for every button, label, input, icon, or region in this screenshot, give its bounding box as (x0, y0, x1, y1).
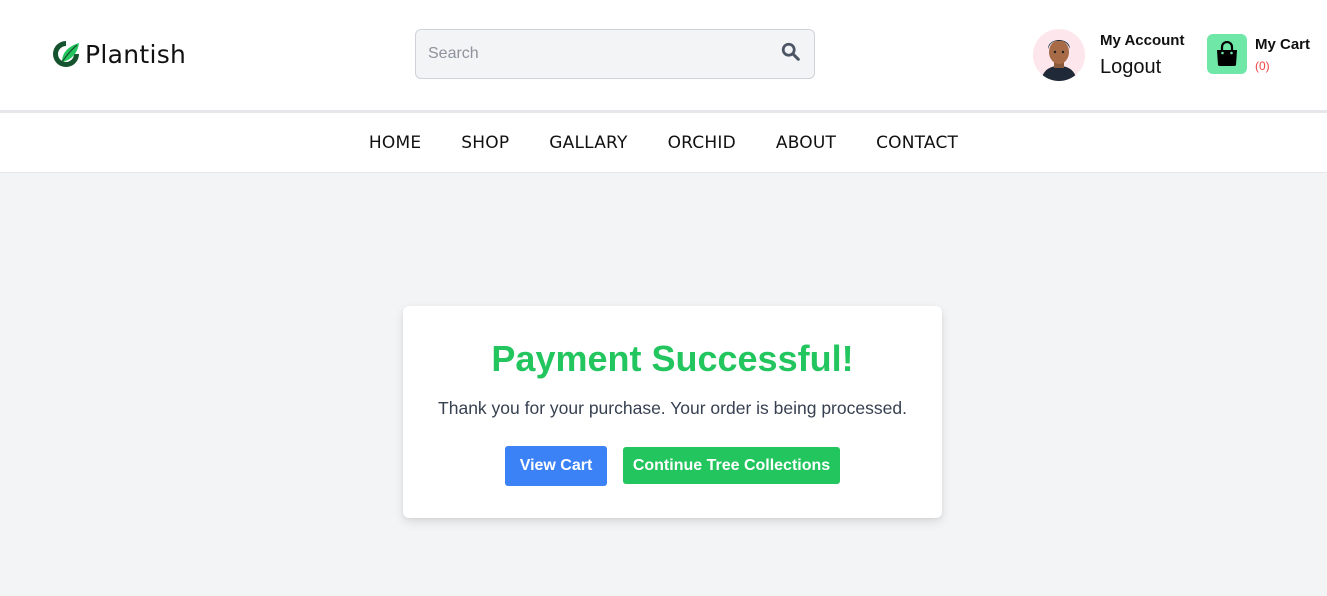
main-nav: HOME SHOP GALLARY ORCHID ABOUT CONTACT (0, 113, 1327, 173)
user-avatar[interactable] (1033, 29, 1085, 81)
avatar-image (1033, 29, 1085, 81)
search-box (415, 29, 815, 79)
shopping-bag-icon (1217, 41, 1237, 67)
brand-name: Plantish (85, 39, 187, 69)
leaf-logo-icon (53, 41, 79, 67)
nav-item-home[interactable]: HOME (369, 133, 421, 153)
site-header: Plantish My Account Logout My Cart (0) (0, 0, 1327, 110)
cart-button[interactable] (1207, 34, 1247, 74)
nav-item-about[interactable]: ABOUT (776, 133, 836, 153)
search-input[interactable] (416, 30, 776, 78)
nav-item-orchid[interactable]: ORCHID (668, 133, 736, 153)
nav-list: HOME SHOP GALLARY ORCHID ABOUT CONTACT (0, 113, 1327, 173)
cart-count-badge: (0) (1255, 59, 1270, 73)
my-cart-link[interactable]: My Cart (1255, 36, 1310, 53)
search-icon[interactable] (780, 41, 802, 63)
continue-shopping-button[interactable]: Continue Tree Collections (623, 447, 840, 484)
payment-success-card: Payment Successful! Thank you for your p… (403, 306, 942, 518)
success-title: Payment Successful! (491, 338, 854, 379)
view-cart-button[interactable]: View Cart (505, 446, 607, 486)
nav-item-gallary[interactable]: GALLARY (549, 133, 627, 153)
my-account-link[interactable]: My Account (1100, 32, 1184, 49)
logout-link[interactable]: Logout (1100, 56, 1161, 79)
brand-logo[interactable]: Plantish (50, 38, 186, 70)
nav-item-contact[interactable]: CONTACT (876, 133, 958, 153)
success-message: Thank you for your purchase. Your order … (438, 398, 907, 418)
nav-item-shop[interactable]: SHOP (461, 133, 509, 153)
